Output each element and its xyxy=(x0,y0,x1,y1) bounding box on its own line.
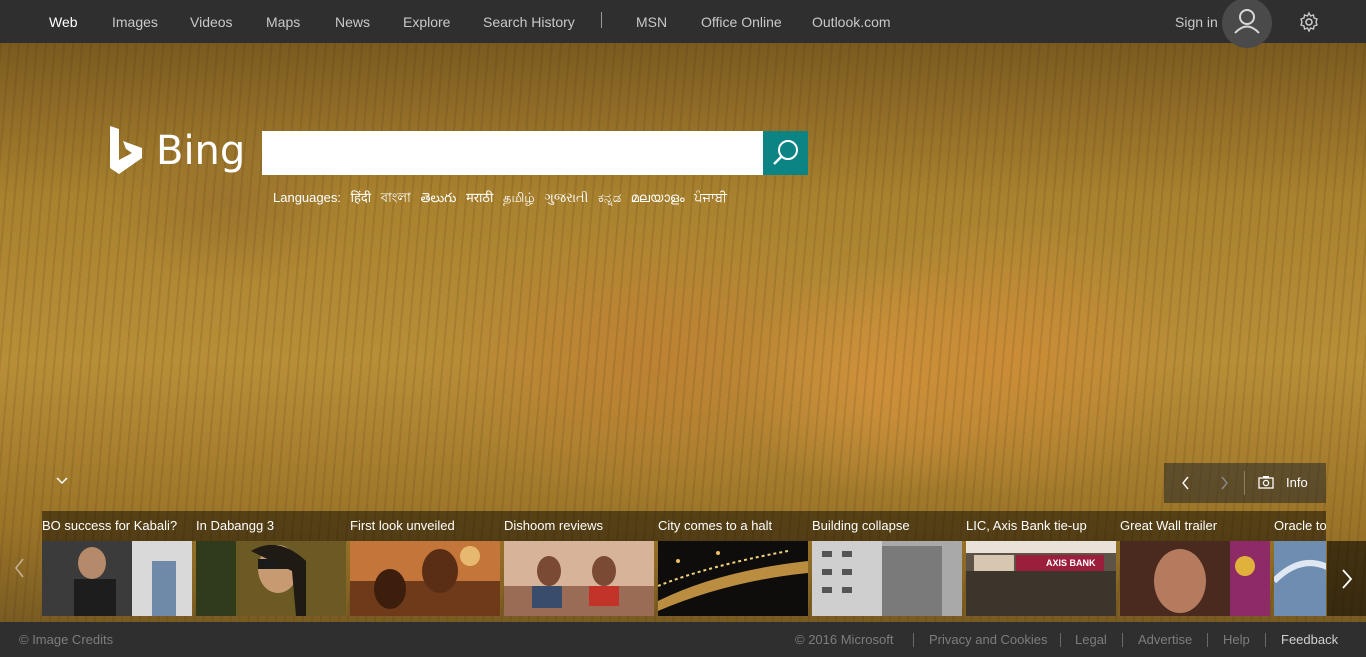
carousel-item-title: First look unveiled xyxy=(350,511,504,541)
carousel-item-title: BO success for Kabali? xyxy=(42,511,196,541)
carousel-item-thumbnail xyxy=(658,541,808,616)
carousel-item-title: Oracle to xyxy=(1274,511,1326,541)
language-bangla[interactable]: বাংলা xyxy=(381,190,411,205)
language-gujarati[interactable]: ગુજરાતી xyxy=(544,190,588,205)
top-nav: Web Images Videos Maps News Explore Sear… xyxy=(0,0,1366,48)
footer-divider xyxy=(1265,633,1266,647)
carousel-item-title: In Dabangg 3 xyxy=(196,511,350,541)
carousel-strip: BO success for Kabali? In Dabangg 3 Firs… xyxy=(42,511,1326,623)
search-button[interactable] xyxy=(763,131,808,175)
help-link[interactable]: Help xyxy=(1223,632,1250,647)
nav-divider xyxy=(601,12,602,28)
image-info-panel: Info xyxy=(1164,463,1326,503)
footer-divider xyxy=(1060,633,1061,647)
carousel-item-thumbnail xyxy=(42,541,192,616)
language-tamil[interactable]: தமிழ் xyxy=(503,190,535,205)
language-punjabi[interactable]: ਪੰਜਾਬੀ xyxy=(694,190,727,205)
bing-mark-icon xyxy=(110,126,142,174)
next-image-button[interactable] xyxy=(1214,473,1234,493)
chevron-right-icon xyxy=(1342,569,1353,589)
previous-image-button[interactable] xyxy=(1176,473,1196,493)
carousel-item[interactable]: Great Wall trailer xyxy=(1120,511,1274,623)
carousel-item[interactable]: Oracle to xyxy=(1274,511,1326,623)
axis-bank-sign: AXIS BANK xyxy=(1046,558,1096,568)
carousel-item-thumbnail xyxy=(812,541,962,616)
nav-office-online[interactable]: Office Online xyxy=(701,14,782,30)
carousel-item[interactable]: First look unveiled xyxy=(350,511,504,623)
camera-icon xyxy=(1258,476,1274,489)
nav-news[interactable]: News xyxy=(335,14,370,30)
carousel-item[interactable]: In Dabangg 3 xyxy=(196,511,350,623)
language-telugu[interactable]: తెలుగు xyxy=(420,190,456,205)
carousel-item-title: Building collapse xyxy=(812,511,966,541)
nav-images[interactable]: Images xyxy=(112,14,158,30)
nav-videos[interactable]: Videos xyxy=(190,14,233,30)
avatar[interactable] xyxy=(1222,0,1272,48)
carousel-item[interactable]: LIC, Axis Bank tie-up AXIS BANK xyxy=(966,511,1120,623)
languages-label: Languages: xyxy=(273,190,341,205)
language-marathi[interactable]: मराठी xyxy=(466,190,493,205)
privacy-link[interactable]: Privacy and Cookies xyxy=(929,632,1048,647)
carousel-item-thumbnail xyxy=(504,541,654,616)
carousel-item-title: LIC, Axis Bank tie-up xyxy=(966,511,1120,541)
carousel-prev-button[interactable] xyxy=(10,555,30,581)
copyright-text: © 2016 Microsoft xyxy=(795,632,894,647)
user-icon xyxy=(1234,9,1260,34)
languages-bar: Languages: हिंदी বাংলা తెలుగు मराठी தமிழ… xyxy=(273,188,727,210)
carousel-item-title: Dishoom reviews xyxy=(504,511,658,541)
carousel-item-thumbnail xyxy=(1120,541,1270,616)
sign-in-link[interactable]: Sign in xyxy=(1175,14,1218,30)
gear-icon xyxy=(1300,11,1318,33)
carousel-item[interactable]: Dishoom reviews xyxy=(504,511,658,623)
carousel-item[interactable]: City comes to a halt xyxy=(658,511,812,623)
bing-wordmark: Bing xyxy=(156,128,246,174)
carousel-item-title: City comes to a halt xyxy=(658,511,812,541)
carousel-next-button[interactable] xyxy=(1327,541,1366,616)
language-kannada[interactable]: ಕನ್ನಡ xyxy=(598,190,621,205)
chevron-left-icon xyxy=(14,558,24,578)
carousel-item-thumbnail: AXIS BANK xyxy=(966,541,1116,616)
info-divider xyxy=(1244,471,1245,495)
info-link[interactable]: Info xyxy=(1286,475,1308,490)
footer-divider xyxy=(913,633,914,647)
footer: © Image Credits © 2016 Microsoft Privacy… xyxy=(0,622,1366,657)
bing-logo[interactable]: Bing xyxy=(108,124,246,180)
settings-button[interactable] xyxy=(1298,11,1320,33)
chevron-down-icon xyxy=(56,477,68,485)
nav-search-history[interactable]: Search History xyxy=(483,14,575,30)
footer-divider xyxy=(1207,633,1208,647)
carousel-item-title: Great Wall trailer xyxy=(1120,511,1274,541)
news-carousel: BO success for Kabali? In Dabangg 3 Firs… xyxy=(0,511,1366,623)
nav-msn[interactable]: MSN xyxy=(636,14,667,30)
legal-link[interactable]: Legal xyxy=(1075,632,1107,647)
nav-maps[interactable]: Maps xyxy=(266,14,300,30)
chevron-left-icon xyxy=(1182,476,1189,490)
feedback-link[interactable]: Feedback xyxy=(1281,632,1338,647)
nav-explore[interactable]: Explore xyxy=(403,14,450,30)
carousel-item[interactable]: BO success for Kabali? xyxy=(42,511,196,623)
language-malayalam[interactable]: മലയാളം xyxy=(631,190,685,205)
language-hindi[interactable]: हिंदी xyxy=(351,190,372,205)
collapse-carousel-button[interactable] xyxy=(52,470,72,490)
image-credits-link[interactable]: © Image Credits xyxy=(19,632,113,647)
nav-web[interactable]: Web xyxy=(49,14,78,30)
nav-outlook[interactable]: Outlook.com xyxy=(812,14,891,30)
carousel-item[interactable]: Building collapse xyxy=(812,511,966,623)
carousel-item-thumbnail xyxy=(350,541,500,616)
search-icon xyxy=(773,140,798,165)
footer-divider xyxy=(1122,633,1123,647)
search-input[interactable] xyxy=(262,131,763,175)
advertise-link[interactable]: Advertise xyxy=(1138,632,1192,647)
carousel-item-thumbnail xyxy=(1274,541,1326,616)
carousel-item-thumbnail xyxy=(196,541,346,616)
chevron-right-icon xyxy=(1221,476,1228,490)
